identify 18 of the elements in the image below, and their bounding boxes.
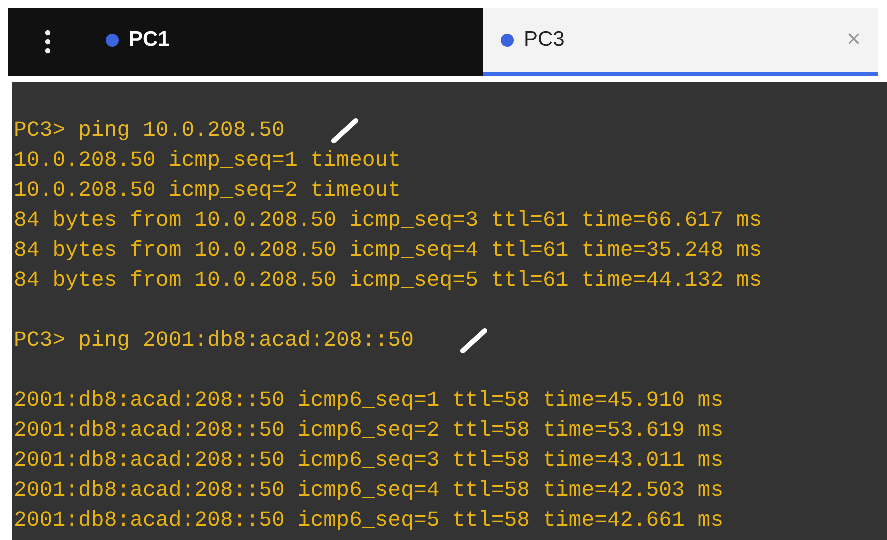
output-line: 2001:db8:acad:208::50 icmp6_seq=2 ttl=58 time=53.619 ms bbox=[14, 418, 724, 445]
output-line: 2001:db8:acad:208::50 icmp6_seq=1 ttl=58 time=45.910 ms bbox=[14, 388, 724, 415]
output-line: 2001:db8:acad:208::50 icmp6_seq=5 ttl=58 time=42.661 ms bbox=[14, 508, 724, 535]
command-line: PC3> ping 2001:db8:acad:208::50 bbox=[14, 328, 414, 355]
tab-label: PC1 bbox=[129, 28, 171, 52]
output-line: 2001:db8:acad:208::50 icmp6_seq=3 ttl=58 time=43.011 ms bbox=[14, 448, 724, 475]
output-line: 10.0.208.50 icmp_seq=1 timeout bbox=[14, 148, 402, 175]
tab-label: PC3 bbox=[524, 28, 566, 52]
output-line: 10.0.208.50 icmp_seq=2 timeout bbox=[14, 178, 402, 205]
status-dot-icon bbox=[501, 34, 514, 46]
status-dot-icon bbox=[106, 34, 119, 46]
output-line: 84 bytes from 10.0.208.50 icmp_seq=5 ttl=61 time=44.132 ms bbox=[14, 268, 762, 295]
output-line: 84 bytes from 10.0.208.50 icmp_seq=3 ttl=61 time=66.617 ms bbox=[14, 208, 762, 235]
output-line: 2001:db8:acad:208::50 icmp6_seq=4 ttl=58 time=42.503 ms bbox=[14, 478, 724, 505]
command-line: PC3> ping 10.0.208.50 bbox=[14, 118, 285, 145]
menu-icon bbox=[45, 30, 51, 54]
tab[interactable]: PC3 × bbox=[483, 8, 878, 76]
output-line: 84 bytes from 10.0.208.50 icmp_seq=4 ttl=61 time=35.248 ms bbox=[14, 238, 762, 265]
